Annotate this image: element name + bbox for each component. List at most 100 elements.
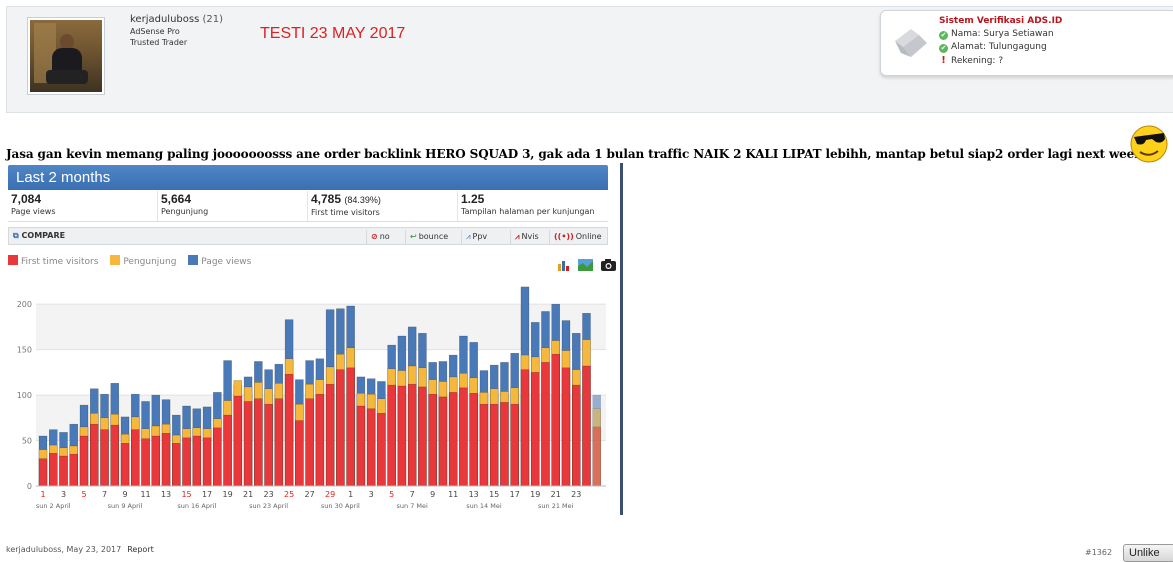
week-label: sun 30 April: [321, 502, 360, 510]
bar-first-time: [571, 384, 581, 487]
avatar-photo: [30, 20, 102, 92]
bar-first-time: [305, 398, 314, 487]
y-tick-label: 200: [17, 300, 32, 309]
x-tick-label: 27: [305, 490, 315, 499]
toolbar-online-button[interactable]: ((•)) Online: [549, 230, 606, 244]
bar-first-time: [141, 438, 150, 487]
warning-icon: !: [941, 55, 946, 66]
x-tick-label: 3: [369, 490, 374, 499]
toolbar-no-button[interactable]: ⊘ no: [366, 230, 394, 244]
legend-first-time[interactable]: First time visitors: [8, 255, 98, 267]
week-label: sun 9 April: [108, 502, 143, 510]
x-tick-label: 15: [181, 490, 191, 499]
x-tick-label: 3: [61, 490, 66, 499]
toolbar-bounce-button[interactable]: ↩ bounce: [405, 230, 452, 244]
x-tick-label: 11: [140, 490, 150, 499]
bar-first-time: [284, 373, 294, 487]
bar-first-time: [428, 393, 437, 487]
no-icon: ⊘: [371, 232, 378, 241]
toolbar-ppv-button[interactable]: ⩘ Ppv: [461, 230, 491, 244]
chart-right-border: [620, 163, 623, 515]
stat-first-time: 4,785 (84.39%) First time visitors: [308, 191, 458, 221]
bar-first-time: [541, 362, 550, 487]
stat-label: Pengunjung: [161, 207, 209, 216]
bar-chart-icon[interactable]: [557, 256, 570, 275]
post-meta: kerjaduluboss, May 23, 2017 Report: [6, 545, 154, 554]
report-link[interactable]: Report: [127, 545, 154, 554]
bar-first-time: [120, 443, 130, 487]
camera-icon[interactable]: [601, 256, 617, 275]
x-tick-label: 15: [489, 490, 499, 499]
x-tick-label: 1: [348, 490, 353, 499]
compare-icon: ⧉: [13, 231, 19, 240]
post-author-date[interactable]: kerjaduluboss, May 23, 2017: [6, 545, 121, 554]
stat-label: First time visitors: [311, 208, 380, 217]
legend-visitors[interactable]: Pengunjung: [110, 255, 176, 267]
verification-account-row: ! Rekening: ?: [939, 55, 1003, 66]
bar-first-time: [520, 369, 530, 487]
stats-row: 7,084 Page views 5,664 Pengunjung 4,785 …: [8, 191, 608, 222]
bar-first-time: [356, 405, 366, 487]
check-icon: ✔: [939, 44, 948, 53]
bar-first-time: [110, 424, 120, 487]
username-link[interactable]: kerjaduluboss: [130, 14, 199, 25]
stat-percent: (84.39%): [344, 195, 381, 205]
bar-first-time: [407, 383, 417, 487]
week-label: sun 2 April: [36, 502, 71, 510]
bar-first-time: [213, 427, 222, 487]
bar-first-time: [274, 398, 284, 487]
x-tick-label: 17: [202, 490, 212, 499]
x-tick-label: 17: [510, 490, 520, 499]
post-number[interactable]: #1362: [1085, 548, 1112, 557]
x-tick-label: 21: [243, 490, 253, 499]
bar-first-time: [510, 403, 519, 487]
bar-first-time: [530, 372, 540, 487]
stat-value: 1.25: [461, 192, 485, 206]
chart-legend: First time visitors Pengunjung Page view…: [8, 255, 260, 267]
stat-number: 4,785: [311, 192, 342, 206]
x-tick-label: 21: [551, 490, 561, 499]
x-tick-label: 19: [530, 490, 540, 499]
x-tick-label: 9: [430, 490, 435, 499]
post-author-bar: kerjaduluboss (21) AdSense Pro Trusted T…: [6, 6, 1173, 113]
avatar[interactable]: [27, 17, 105, 95]
bar-first-time: [561, 367, 571, 487]
bar-first-time: [264, 403, 273, 487]
week-label: sun 14 Mei: [466, 502, 502, 510]
trade-count[interactable]: (21): [202, 14, 223, 25]
stat-value: 7,084: [11, 192, 42, 206]
x-tick-label: 1: [40, 490, 45, 499]
traffic-bar-chart: 0501001502001 3 5 7 9 11 13 15 17 19 21 23 25 27 29 1 3 5…: [17, 286, 606, 510]
bar-first-time: [448, 392, 458, 487]
bar-first-time: [79, 435, 89, 487]
x-tick-label: 13: [161, 490, 171, 499]
compare-button[interactable]: ⧉ COMPARE: [13, 231, 65, 241]
area-chart-icon[interactable]: [578, 256, 594, 275]
bar-first-time: [469, 393, 478, 487]
stat-value: 4,785 (84.39%): [311, 192, 457, 208]
bar-first-time: [243, 401, 253, 487]
bar-first-time: [489, 403, 499, 487]
x-tick-label: 5: [81, 490, 86, 499]
bar-first-time: [182, 437, 191, 487]
stat-pages-per-visit: 1.25 Tampilan halaman per kunjungan: [458, 191, 608, 221]
stat-label: Tampilan halaman per kunjungan: [461, 207, 595, 216]
bar-first-time: [336, 369, 345, 487]
bar-first-time: [161, 433, 171, 487]
x-tick-label: 23: [571, 490, 581, 499]
toolbar-nvis-button[interactable]: ⩘ Nvis: [510, 230, 543, 244]
bar-first-time: [325, 383, 335, 487]
bar-first-time: [69, 453, 79, 487]
bar-first-time: [418, 386, 427, 487]
bar-first-time: [254, 398, 263, 487]
bar-first-time: [151, 435, 161, 487]
legend-page-views[interactable]: Page views: [188, 255, 251, 267]
unlike-button[interactable]: Unlike: [1123, 544, 1173, 562]
post-message: Jasa gan kevin memang paling jooooooosss…: [6, 147, 1143, 161]
x-tick-label: 9: [122, 490, 127, 499]
stat-visitors: 5,664 Pengunjung: [158, 191, 308, 221]
analytics-widget: Last 2 months 7,084 Page views 5,664 Pen…: [6, 163, 624, 515]
bar-first-time: [582, 365, 591, 487]
online-icon: ((•)): [554, 232, 574, 241]
bar-first-time: [592, 426, 601, 487]
